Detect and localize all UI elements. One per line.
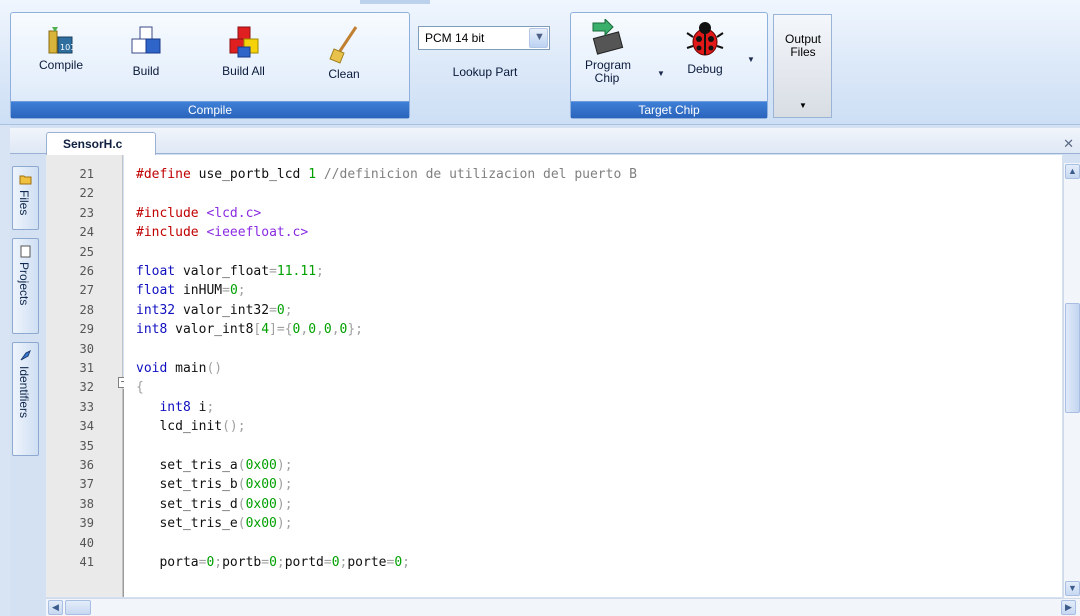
line-number: 37	[79, 477, 94, 491]
build-button[interactable]: Build	[121, 25, 171, 78]
device-select-value: PCM 14 bit	[425, 31, 485, 45]
scroll-left-icon[interactable]: ◀	[48, 600, 63, 615]
build-icon	[131, 26, 161, 54]
code-line: void main()	[136, 361, 223, 376]
code-editor[interactable]: #define use_portb_lcd 1 //definicion de …	[124, 155, 1062, 597]
vertical-scrollbar[interactable]: ▲ ▼	[1063, 163, 1080, 598]
line-number: 26	[79, 264, 94, 278]
debug-button[interactable]: Debug	[675, 19, 735, 76]
page-icon	[20, 245, 31, 258]
side-tab-projects-label: Projects	[17, 262, 31, 306]
code-line: set_tris_a(0x00);	[136, 458, 293, 473]
compile-group: 101 Compile Build Build All Clean Compil…	[10, 12, 410, 119]
line-number: 21	[79, 167, 94, 181]
build-all-icon	[229, 26, 258, 58]
code-line: int8 valor_int8[4]={0,0,0,0};	[136, 322, 363, 337]
line-number: 30	[79, 342, 94, 356]
scroll-up-icon[interactable]: ▲	[1065, 164, 1080, 179]
code-line: float inHUM=0;	[136, 283, 246, 298]
line-number: 39	[79, 516, 94, 530]
horizontal-scrollbar[interactable]: ◀ ▶	[46, 598, 1080, 616]
output-files-label: Output Files	[784, 32, 822, 59]
code-line: {	[136, 380, 144, 395]
device-select-dropdown-button[interactable]: ▼	[529, 28, 548, 48]
line-number: 27	[79, 283, 94, 297]
program-chip-label: Program Chip	[585, 58, 632, 85]
line-number: 22	[79, 186, 94, 200]
lookup-part-button[interactable]: Lookup Part	[430, 64, 540, 79]
compile-label: Compile	[38, 58, 83, 72]
chevron-down-icon: ▼	[534, 31, 545, 43]
scroll-down-icon[interactable]: ▼	[1065, 581, 1080, 596]
line-number: 29	[79, 322, 94, 336]
program-chip-dropdown-icon[interactable]: ▼	[657, 69, 665, 78]
code-line: lcd_init();	[136, 419, 246, 434]
code-line: set_tris_e(0x00);	[136, 516, 293, 531]
line-number: 31	[79, 361, 94, 375]
build-all-label: Build All	[222, 64, 265, 78]
clean-label: Clean	[328, 67, 360, 81]
svg-text:101: 101	[60, 43, 75, 52]
target-chip-group-label: Target Chip	[571, 101, 767, 118]
code-line: int8 i;	[159, 400, 215, 415]
line-number: 34	[79, 419, 94, 433]
line-number: 35	[79, 439, 94, 453]
ladybug-debug-icon	[686, 22, 724, 56]
line-number: 32	[79, 380, 94, 394]
code-line: porta=0;portb=0;portd=0;porte=0;	[136, 555, 410, 570]
line-number: 28	[79, 303, 94, 317]
tab-label: SensorH.c	[63, 137, 123, 151]
build-all-button[interactable]: Build All	[211, 25, 276, 78]
code-line: #include <ieeefloat.c>	[136, 225, 309, 240]
vertical-scroll-thumb[interactable]	[1065, 303, 1080, 413]
side-tab-projects[interactable]: Projects	[12, 238, 39, 334]
program-chip-button[interactable]: Program Chip	[577, 19, 637, 85]
ribbon-toolbar: 101 Compile Build Build All Clean Compil…	[0, 0, 1080, 125]
device-select[interactable]: PCM 14 bit ▼	[418, 26, 550, 50]
debug-dropdown-icon[interactable]: ▼	[747, 55, 755, 64]
left-edge-strip	[0, 125, 10, 616]
debug-label: Debug	[687, 62, 723, 76]
code-line: int32 valor_int32=0;	[136, 303, 293, 318]
side-tab-identifiers[interactable]: Identifiers	[12, 342, 39, 456]
line-number: 36	[79, 458, 94, 472]
line-number: 41	[79, 555, 94, 569]
build-label: Build	[132, 64, 160, 78]
output-files-dropdown-icon[interactable]: ▼	[799, 101, 807, 110]
target-chip-group: Program Chip ▼ Debug ▼ Target Chip	[570, 12, 768, 119]
line-number: 38	[79, 497, 94, 511]
identifier-icon	[20, 349, 31, 361]
program-chip-icon	[592, 19, 624, 55]
scroll-right-icon[interactable]: ▶	[1061, 600, 1076, 615]
code-line: #define use_portb_lcd 1 //definicion de …	[136, 167, 637, 182]
compile-group-label: Compile	[11, 101, 409, 118]
close-icon[interactable]: ✕	[1063, 136, 1074, 152]
line-number: 33	[79, 400, 94, 414]
clean-button[interactable]: Clean	[319, 25, 369, 81]
lookup-part-label: Lookup Part	[452, 65, 518, 79]
side-tab-identifiers-label: Identifiers	[17, 366, 31, 419]
folder-icon	[19, 175, 32, 185]
line-number-gutter: 21 22 23 24 25 26 27 28 29 30 31 32 33 3…	[46, 155, 123, 597]
code-line: float valor_float=11.11;	[136, 264, 324, 279]
compile-icon: 101	[48, 27, 75, 54]
line-number: 40	[79, 536, 94, 550]
compile-button[interactable]: 101 Compile	[31, 23, 91, 72]
code-line: set_tris_b(0x00);	[136, 477, 293, 492]
side-tab-files-label: Files	[17, 190, 31, 216]
document-tab-bar	[10, 128, 1080, 154]
output-files-button[interactable]: Output Files ▼	[773, 14, 832, 118]
line-number: 25	[79, 245, 94, 259]
horizontal-scroll-thumb[interactable]	[65, 600, 91, 615]
clean-icon	[329, 26, 358, 64]
line-number: 24	[79, 225, 94, 239]
side-tab-files[interactable]: Files	[12, 166, 39, 230]
code-line: #include <lcd.c>	[136, 206, 262, 221]
line-number: 23	[79, 206, 94, 220]
tab-sensorh-c[interactable]: SensorH.c	[46, 132, 156, 155]
code-line: set_tris_d(0x00);	[136, 497, 293, 512]
